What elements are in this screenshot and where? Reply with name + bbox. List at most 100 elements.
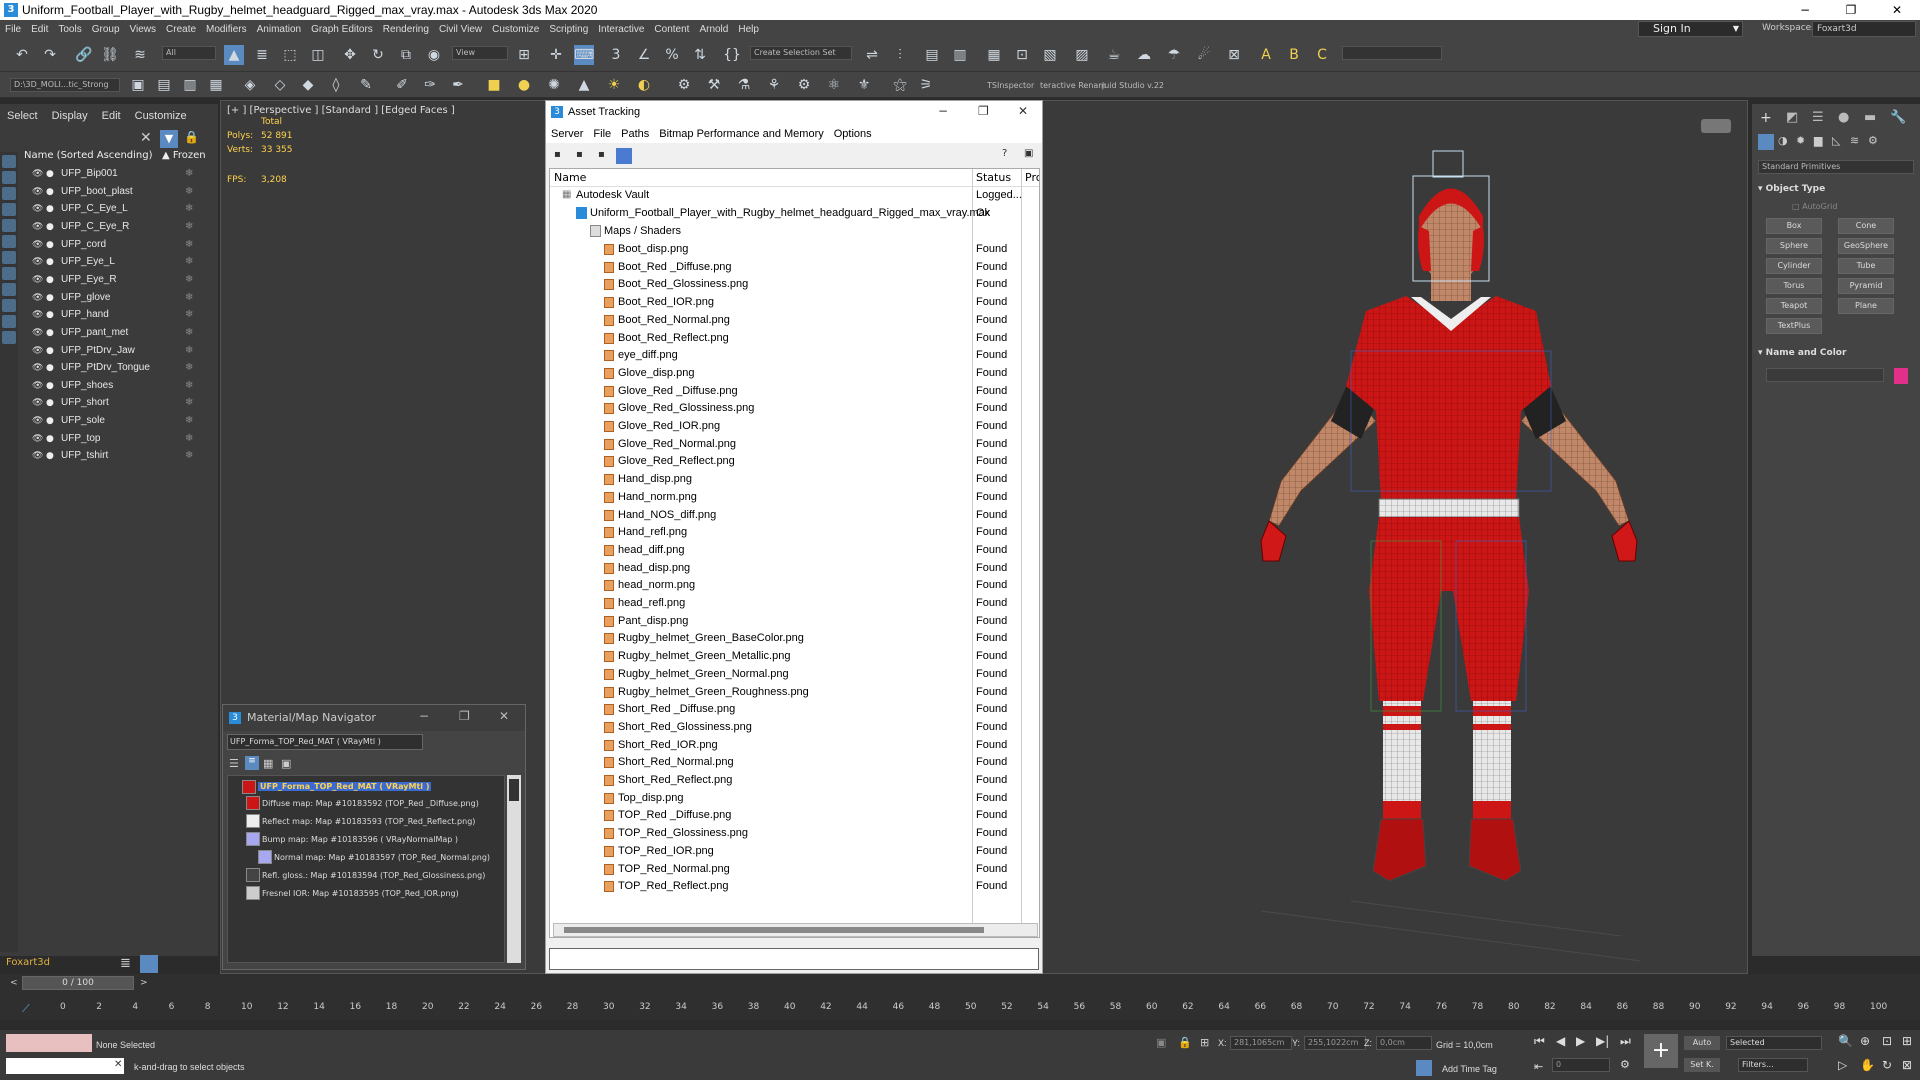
y-coordinate-field[interactable]: 255,1022cm [1304,1036,1366,1050]
freeze-icon[interactable]: ❄ [185,274,193,285]
table-row[interactable]: Hand_norm.png Found [550,489,1039,507]
visibility-eye-icon[interactable]: 👁 [32,381,43,391]
close-button[interactable]: ✕ [1018,104,1028,118]
freeze-icon[interactable]: ❄ [185,168,193,179]
render-active-icon[interactable]: ☄ [1194,45,1214,65]
object-type-rollout[interactable]: ▾ Object Type [1758,184,1825,194]
scene-object-row[interactable]: 👁 ● UFP_PtDrv_Jaw ❄ [0,343,212,360]
time-tag-icon[interactable] [1416,1060,1432,1076]
table-row[interactable]: Boot_disp.png Found [550,241,1039,259]
go-to-start-icon[interactable]: ⏮ [1534,1034,1545,1049]
lights-category-icon[interactable]: ✹ [1796,134,1805,147]
visibility-eye-icon[interactable]: 👁 [32,346,43,356]
scene-object-row[interactable]: 👁 ● UFP_cord ❄ [0,237,212,254]
torus-button[interactable]: Torus [1766,278,1822,294]
placement-icon[interactable]: ◉ [424,45,444,65]
tree-view-icon[interactable]: ≡ [245,756,259,770]
window-crossing-icon[interactable]: ◫ [308,45,328,65]
maximize-button[interactable]: ❐ [978,104,989,118]
filter-icon[interactable]: ▼ [160,130,178,148]
visibility-eye-icon[interactable]: 👁 [32,451,43,461]
table-row[interactable]: head_diff.png Found [550,542,1039,560]
scene-object-row[interactable]: 👁 ● UFP_Eye_L ❄ [0,254,212,271]
project-folder-icon[interactable]: ▣ [128,75,148,95]
render-production-icon[interactable]: ☁ [1134,45,1154,65]
tab-select[interactable]: Select [0,110,45,122]
helper-4-icon[interactable]: ⚘ [764,75,784,95]
isolate-icon[interactable]: ▣ [1156,1036,1166,1049]
next-frame-icon[interactable]: > [140,978,148,988]
z-coordinate-field[interactable]: 0,0cm [1376,1036,1432,1050]
view-icon-2[interactable]: ▪ [576,149,583,160]
scene-object-row[interactable]: 👁 ● UFP_shoes ❄ [0,378,212,395]
table-row[interactable]: eye_diff.png Found [550,347,1039,365]
table-row[interactable]: Uniform_Football_Player_with_Rugby_helme… [550,205,1039,223]
maxscript-listener[interactable] [6,1034,92,1052]
layer-icon[interactable]: ≣ [120,956,131,971]
horizontal-scrollbar[interactable] [553,923,1038,937]
visibility-eye-icon[interactable]: 👁 [32,187,43,197]
absolute-mode-icon[interactable]: ⊞ [1200,1036,1209,1049]
tool-1-icon[interactable]: ◈ [240,75,260,95]
geosphere-button[interactable]: GeoSphere [1838,238,1894,254]
maximize-button[interactable]: ❐ [459,709,470,723]
table-row[interactable]: Glove_Red_Normal.png Found [550,436,1039,454]
freeze-icon[interactable]: ❄ [185,450,193,461]
undo-icon[interactable]: ↶ [12,45,32,65]
maxscript-mini-listener[interactable]: ✕ [6,1058,124,1074]
key-filter-dropdown[interactable]: Selected [1726,1036,1822,1050]
material-editor-icon[interactable]: ▧ [1040,45,1060,65]
vertical-scrollbar[interactable] [507,775,521,963]
helper-3-icon[interactable]: ⚗ [734,75,754,95]
table-row[interactable]: Boot_Red_Normal.png Found [550,312,1039,330]
view-icon-4[interactable] [616,148,632,164]
table-row[interactable]: Rugby_helmet_Green_BaseColor.png Found [550,630,1039,648]
create-tab-icon[interactable]: + [1760,110,1772,126]
scene-object-row[interactable]: 👁 ● UFP_boot_plast ❄ [0,184,212,201]
menu-file[interactable]: File [588,128,616,140]
scene-object-row[interactable]: 👁 ● UFP_Eye_R ❄ [0,272,212,289]
clear-search-icon[interactable]: ✕ [140,130,152,146]
menu-file[interactable]: File [0,24,26,35]
visibility-eye-icon[interactable]: 👁 [32,328,43,338]
set-key-icon[interactable]: + [1644,1034,1678,1068]
curve-editor-icon[interactable]: ▦ [984,45,1004,65]
zoom-all-icon[interactable]: ⊕ [1860,1034,1870,1048]
table-row[interactable]: Glove_Red_IOR.png Found [550,418,1039,436]
menu-group[interactable]: Group [87,24,125,35]
prev-key-icon[interactable]: ◀ [1556,1034,1565,1048]
cameras-category-icon[interactable]: ▆ [1814,134,1822,147]
auto-key-button[interactable]: Auto [1684,1036,1720,1050]
table-row[interactable]: head_refl.png Found [550,595,1039,613]
open-folder-icon[interactable]: ▤ [154,75,174,95]
helper-1-icon[interactable]: ⚙ [674,75,694,95]
scene-object-row[interactable]: 👁 ● UFP_short ❄ [0,395,212,412]
freeze-icon[interactable]: ❄ [185,292,193,303]
snaps-toggle-icon[interactable]: 3 [606,45,626,65]
plane-button[interactable]: Plane [1838,298,1894,314]
rotate-icon[interactable]: ↻ [368,45,388,65]
table-row[interactable]: Glove_Red_Reflect.png Found [550,453,1039,471]
rectangular-selection-icon[interactable]: ⬚ [280,45,300,65]
scene-object-row[interactable]: 👁 ● UFP_Bip001 ❄ [0,166,212,183]
selection-filter-dropdown[interactable]: All [162,46,216,60]
menu-create[interactable]: Create [161,24,201,35]
layer-explorer-icon[interactable]: ▤ [922,45,942,65]
root-material[interactable]: UFP_Forma_TOP_Red_MAT ( VRayMtl ) [258,782,432,791]
align-icon[interactable]: ⫶ [890,45,910,65]
zoom-extents-icon[interactable]: ⊡ [1882,1034,1892,1048]
visibility-eye-icon[interactable]: 👁 [32,222,43,232]
visibility-eye-icon[interactable]: 👁 [32,204,43,214]
small-icons-icon[interactable]: ▦ [263,757,273,770]
menu-rendering[interactable]: Rendering [378,24,434,35]
freeze-icon[interactable]: ❄ [185,415,193,426]
table-row[interactable]: TOP_Red _Diffuse.png Found [550,807,1039,825]
teapot-button[interactable]: Teapot [1766,298,1822,314]
map-diffuse[interactable]: Diffuse map: Map #10183592 (TOP_Red _Dif… [262,799,479,808]
viewport-label[interactable]: [+ ] [Perspective ] [Standard ] [Edged F… [227,105,455,116]
systems-category-icon[interactable]: ⚙ [1868,134,1878,147]
color-tool-icon[interactable]: C [1312,45,1332,65]
material-name-field[interactable]: UFP_Forma_TOP_Red_MAT ( VRayMtl ) [227,734,423,750]
redo-icon[interactable]: ↷ [40,45,60,65]
visibility-eye-icon[interactable]: 👁 [32,257,43,267]
